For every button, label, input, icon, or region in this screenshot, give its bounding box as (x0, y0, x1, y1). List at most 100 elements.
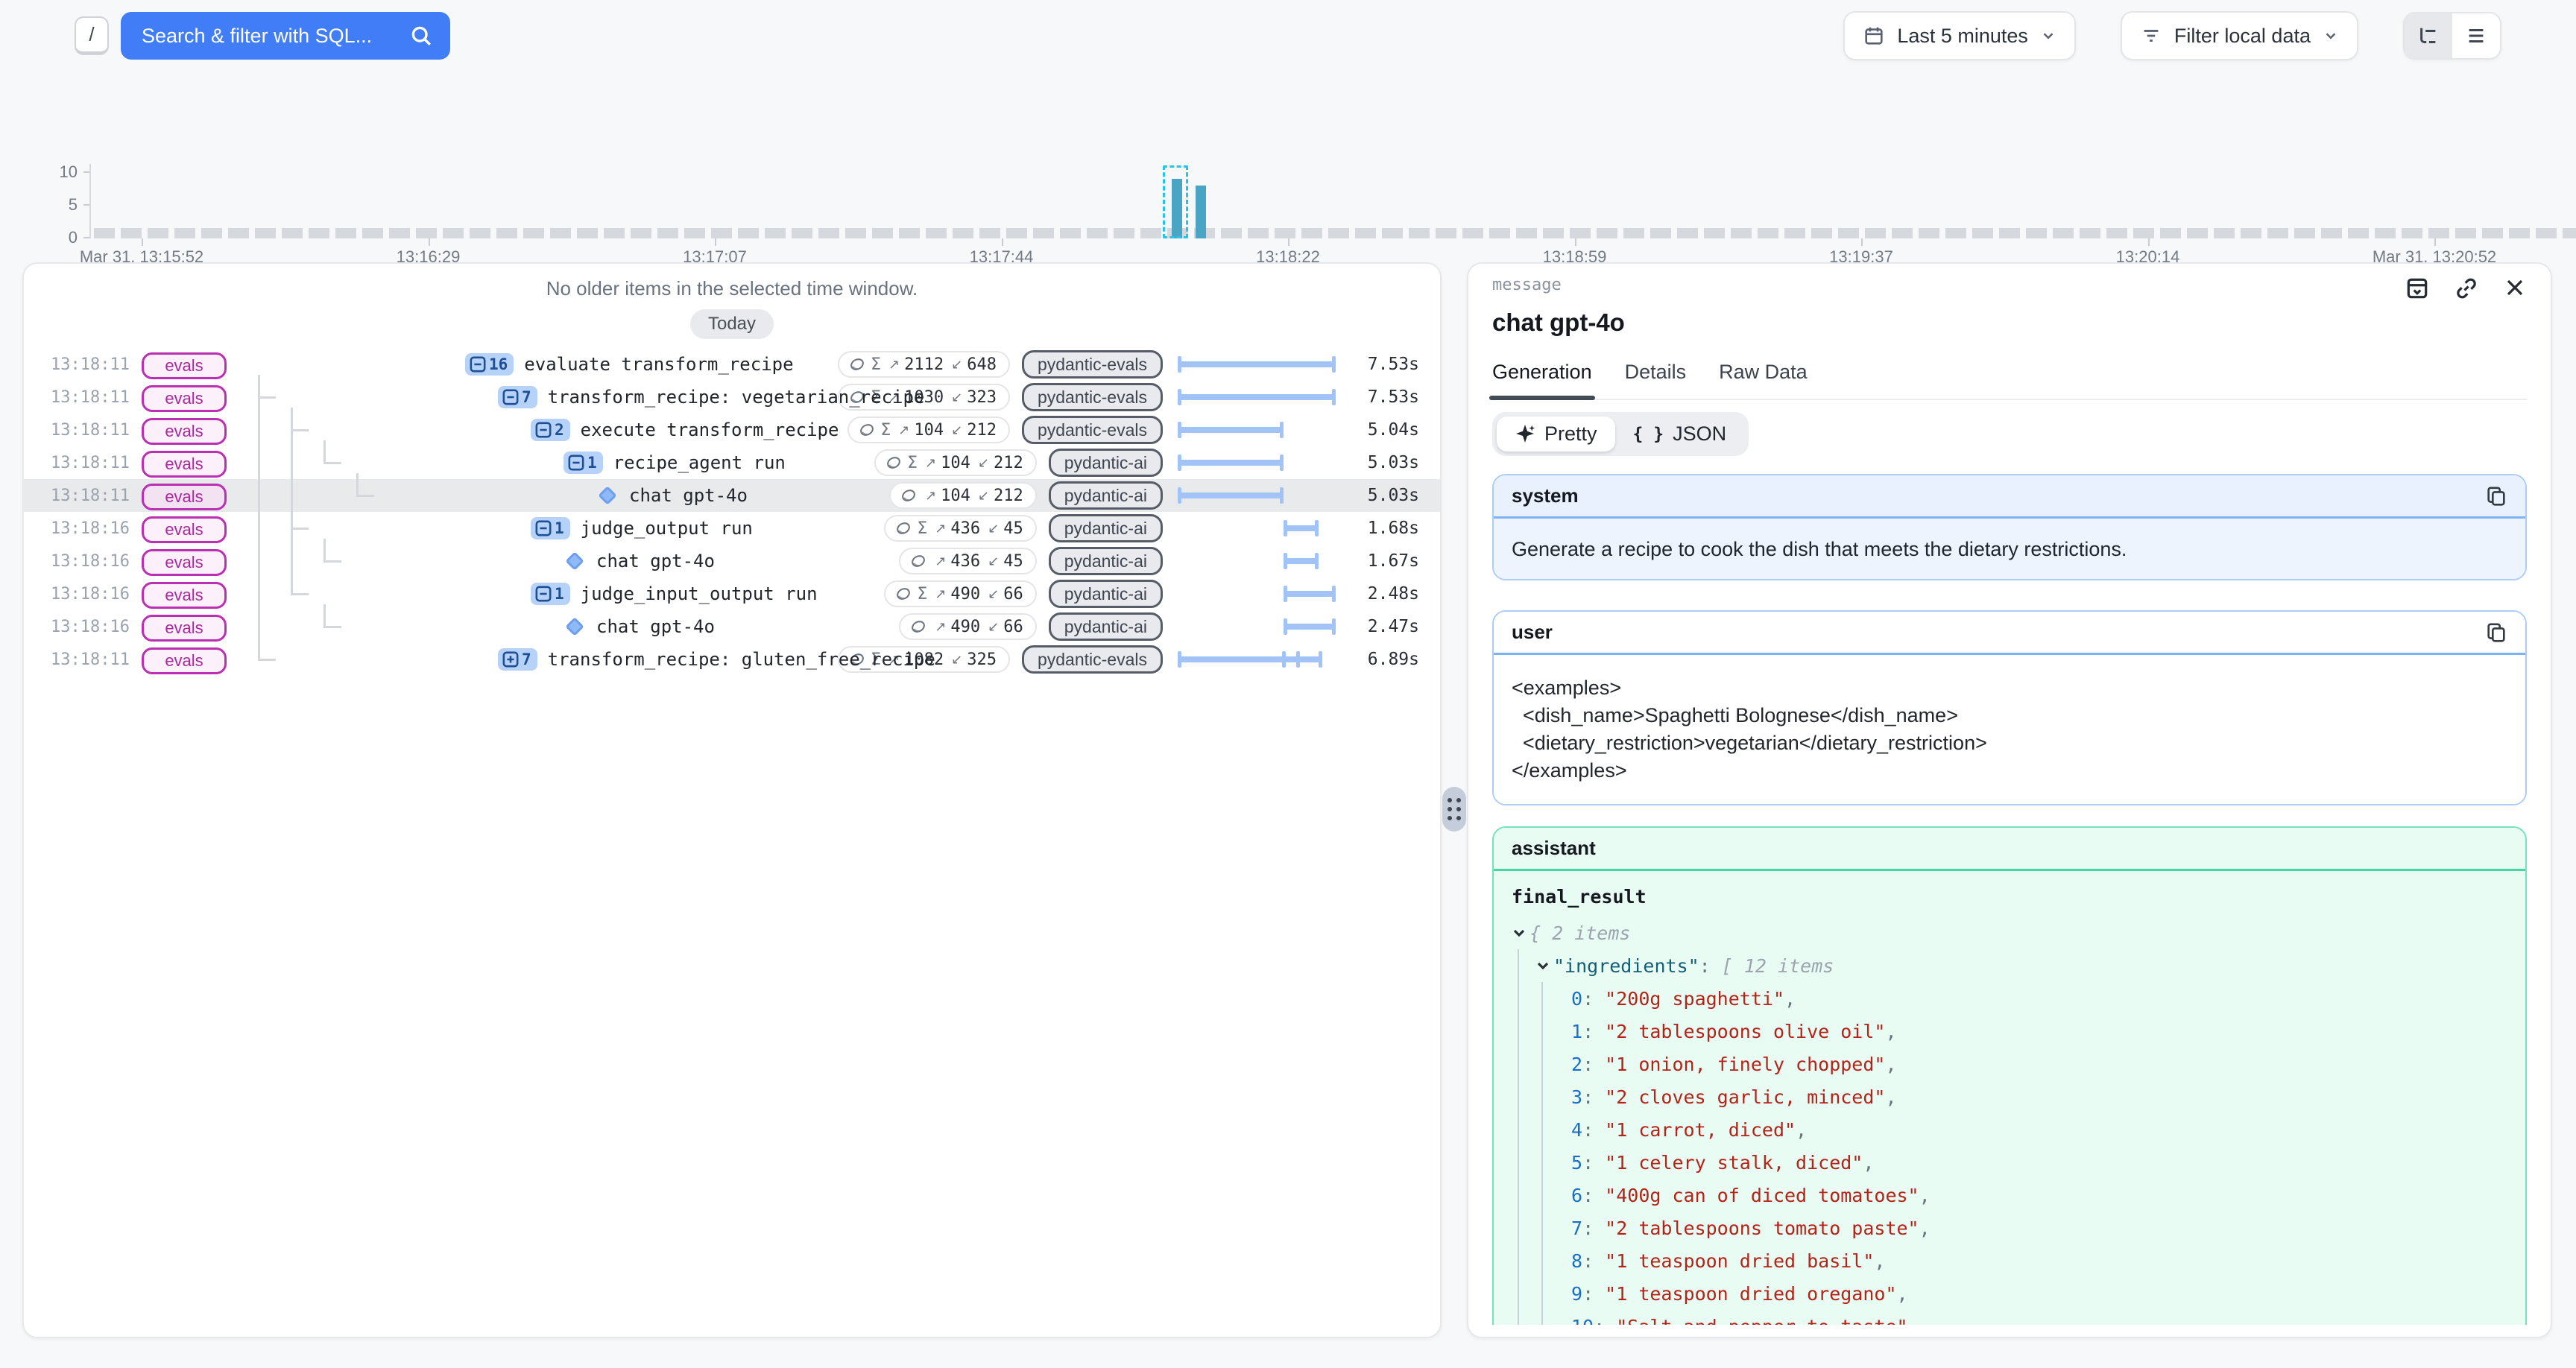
tree-view-button[interactable] (2405, 13, 2452, 58)
evals-badge[interactable]: evals (142, 484, 227, 510)
tab-details[interactable]: Details (1625, 361, 1687, 384)
trace-row[interactable]: 13:18:11evals16evaluate transform_recipe… (24, 348, 1440, 381)
token-usage-pill[interactable]: Σ↗2112↙648 (838, 351, 1010, 378)
today-chip[interactable]: Today (690, 309, 774, 339)
evals-badge[interactable]: evals (142, 615, 227, 642)
tokens-out-arrow-icon: ↙ (978, 455, 989, 471)
evals-badge[interactable]: evals (142, 647, 227, 674)
time-range-label: Last 5 minutes (1897, 25, 2028, 48)
evals-badge[interactable]: evals (142, 549, 227, 576)
view-mode-toggle (2403, 12, 2501, 60)
tree-connector (323, 539, 326, 561)
duration-label: 7.53s (1345, 355, 1440, 374)
collapse-chevron-icon[interactable] (1535, 958, 1550, 973)
duration-bar (1178, 493, 1284, 498)
trace-row[interactable]: 13:18:16evals1judge_input_output runΣ↗49… (24, 577, 1440, 610)
render-mode-switch: Pretty { } JSON (1492, 412, 1749, 456)
evals-badge[interactable]: evals (142, 582, 227, 609)
copy-icon[interactable] (2485, 621, 2507, 644)
system-message-card: system Generate a recipe to cook the dis… (1492, 474, 2527, 580)
tree-collapse-toggle[interactable]: 1 (531, 583, 570, 605)
trace-row[interactable]: 13:18:11evals7transform_recipe: vegetari… (24, 381, 1440, 414)
copy-icon[interactable] (2485, 485, 2507, 507)
chevron-down-icon (2040, 28, 2056, 44)
tree-collapse-toggle[interactable]: 7 (498, 648, 537, 671)
trace-row[interactable]: 13:18:11evals7transform_recipe: gluten_f… (24, 643, 1440, 676)
indent-guide (1541, 982, 1543, 1338)
trace-row[interactable]: 13:18:11evals1recipe_agent runΣ↗104↙212p… (24, 446, 1440, 479)
span-name: evaluate transform_recipe (524, 354, 793, 375)
duration-bar (1178, 361, 1336, 367)
evals-badge[interactable]: evals (142, 516, 227, 543)
span-name: execute transform_recipe (581, 419, 839, 440)
search-button[interactable]: Search & filter with SQL... (121, 12, 450, 60)
tree-connector (291, 593, 309, 595)
scope-tag[interactable]: pydantic-ai (1049, 481, 1163, 510)
sigma-icon: Σ (917, 519, 927, 538)
scope-tag[interactable]: pydantic-evals (1022, 416, 1163, 444)
time-range-button[interactable]: Last 5 minutes (1843, 11, 2076, 60)
tree-collapse-toggle[interactable]: 2 (531, 419, 570, 441)
json-segment[interactable]: { } JSON (1615, 417, 1745, 452)
list-view-icon (2465, 25, 2487, 47)
sigma-icon: Σ (907, 454, 918, 472)
scope-tag[interactable]: pydantic-ai (1049, 514, 1163, 542)
collapse-chevron-icon[interactable] (1512, 925, 1527, 940)
trace-row[interactable]: 13:18:16evalschat gpt-4o↗490↙66pydantic-… (24, 610, 1440, 643)
tree-connector (356, 495, 374, 497)
histogram-bar[interactable] (1196, 186, 1206, 238)
square-minus-icon (535, 586, 552, 602)
duration-bar (1178, 656, 1322, 662)
json-string-value: "1 teaspoon dried oregano" (1605, 1283, 1896, 1305)
scope-tag[interactable]: pydantic-evals (1022, 645, 1163, 674)
tokens-in-arrow-icon: ↗ (925, 488, 936, 504)
filter-local-data-button[interactable]: Filter local data (2121, 11, 2358, 60)
token-usage-pill[interactable]: ↗436↙45 (899, 548, 1036, 574)
close-icon[interactable] (2503, 276, 2527, 300)
tree-collapse-toggle[interactable]: 1 (531, 517, 570, 539)
token-usage-pill[interactable]: Σ↗490↙66 (884, 580, 1036, 607)
evals-badge[interactable]: evals (142, 385, 227, 412)
tree-collapse-toggle[interactable]: 1 (564, 452, 603, 474)
span-leaf-icon (565, 551, 584, 570)
token-usage-pill[interactable]: ↗490↙66 (899, 613, 1036, 640)
evals-badge[interactable]: evals (142, 352, 227, 379)
filter-icon (2140, 25, 2162, 47)
tokens-in-arrow-icon: ↗ (935, 521, 946, 536)
sigma-icon: Σ (917, 585, 927, 604)
tree-collapse-toggle[interactable]: 16 (465, 353, 514, 376)
horizontal-scrollbar[interactable] (1470, 1325, 2549, 1337)
tab-generation[interactable]: Generation (1492, 361, 1592, 384)
scope-tag[interactable]: pydantic-ai (1049, 449, 1163, 477)
span-name: transform_recipe: gluten_free_recipe (548, 649, 935, 670)
scope-tag[interactable]: pydantic-ai (1049, 580, 1163, 608)
trace-row[interactable]: 13:18:11evals2execute transform_recipeΣ↗… (24, 414, 1440, 446)
trace-row[interactable]: 13:18:11evalschat gpt-4o↗104↙212pydantic… (24, 479, 1440, 512)
json-string-value: "400g can of diced tomatoes" (1605, 1185, 1919, 1206)
scope-tag[interactable]: pydantic-evals (1022, 350, 1163, 379)
copy-link-icon[interactable] (2454, 276, 2479, 301)
token-usage-pill[interactable]: Σ↗104↙212 (847, 417, 1010, 443)
trace-row[interactable]: 13:18:16evalschat gpt-4o↗436↙45pydantic-… (24, 545, 1440, 577)
token-usage-pill[interactable]: Σ↗104↙212 (874, 449, 1037, 476)
token-usage-pill[interactable]: Σ↗436↙45 (884, 515, 1036, 542)
scope-tag[interactable]: pydantic-evals (1022, 383, 1163, 411)
panel-divider (1442, 262, 1467, 1338)
duration-label: 1.68s (1345, 519, 1440, 538)
tree-connector (291, 408, 293, 594)
pretty-segment[interactable]: Pretty (1497, 417, 1615, 452)
list-view-button[interactable] (2452, 13, 2500, 58)
evals-badge[interactable]: evals (142, 451, 227, 478)
panel-resize-grip[interactable] (1442, 787, 1466, 832)
trace-row[interactable]: 13:18:16evals1judge_output runΣ↗436↙45py… (24, 512, 1440, 545)
duration-label: 2.47s (1345, 617, 1440, 636)
duration-bar (1284, 624, 1336, 630)
tab-raw-data[interactable]: Raw Data (1719, 361, 1808, 384)
scope-tag[interactable]: pydantic-ai (1049, 612, 1163, 641)
x-axis-tick (2434, 238, 2436, 246)
dock-panel-icon[interactable] (2405, 276, 2430, 301)
evals-badge[interactable]: evals (142, 418, 227, 445)
scope-tag[interactable]: pydantic-ai (1049, 547, 1163, 575)
token-usage-pill[interactable]: ↗104↙212 (889, 482, 1037, 509)
tree-collapse-toggle[interactable]: 7 (498, 386, 537, 408)
